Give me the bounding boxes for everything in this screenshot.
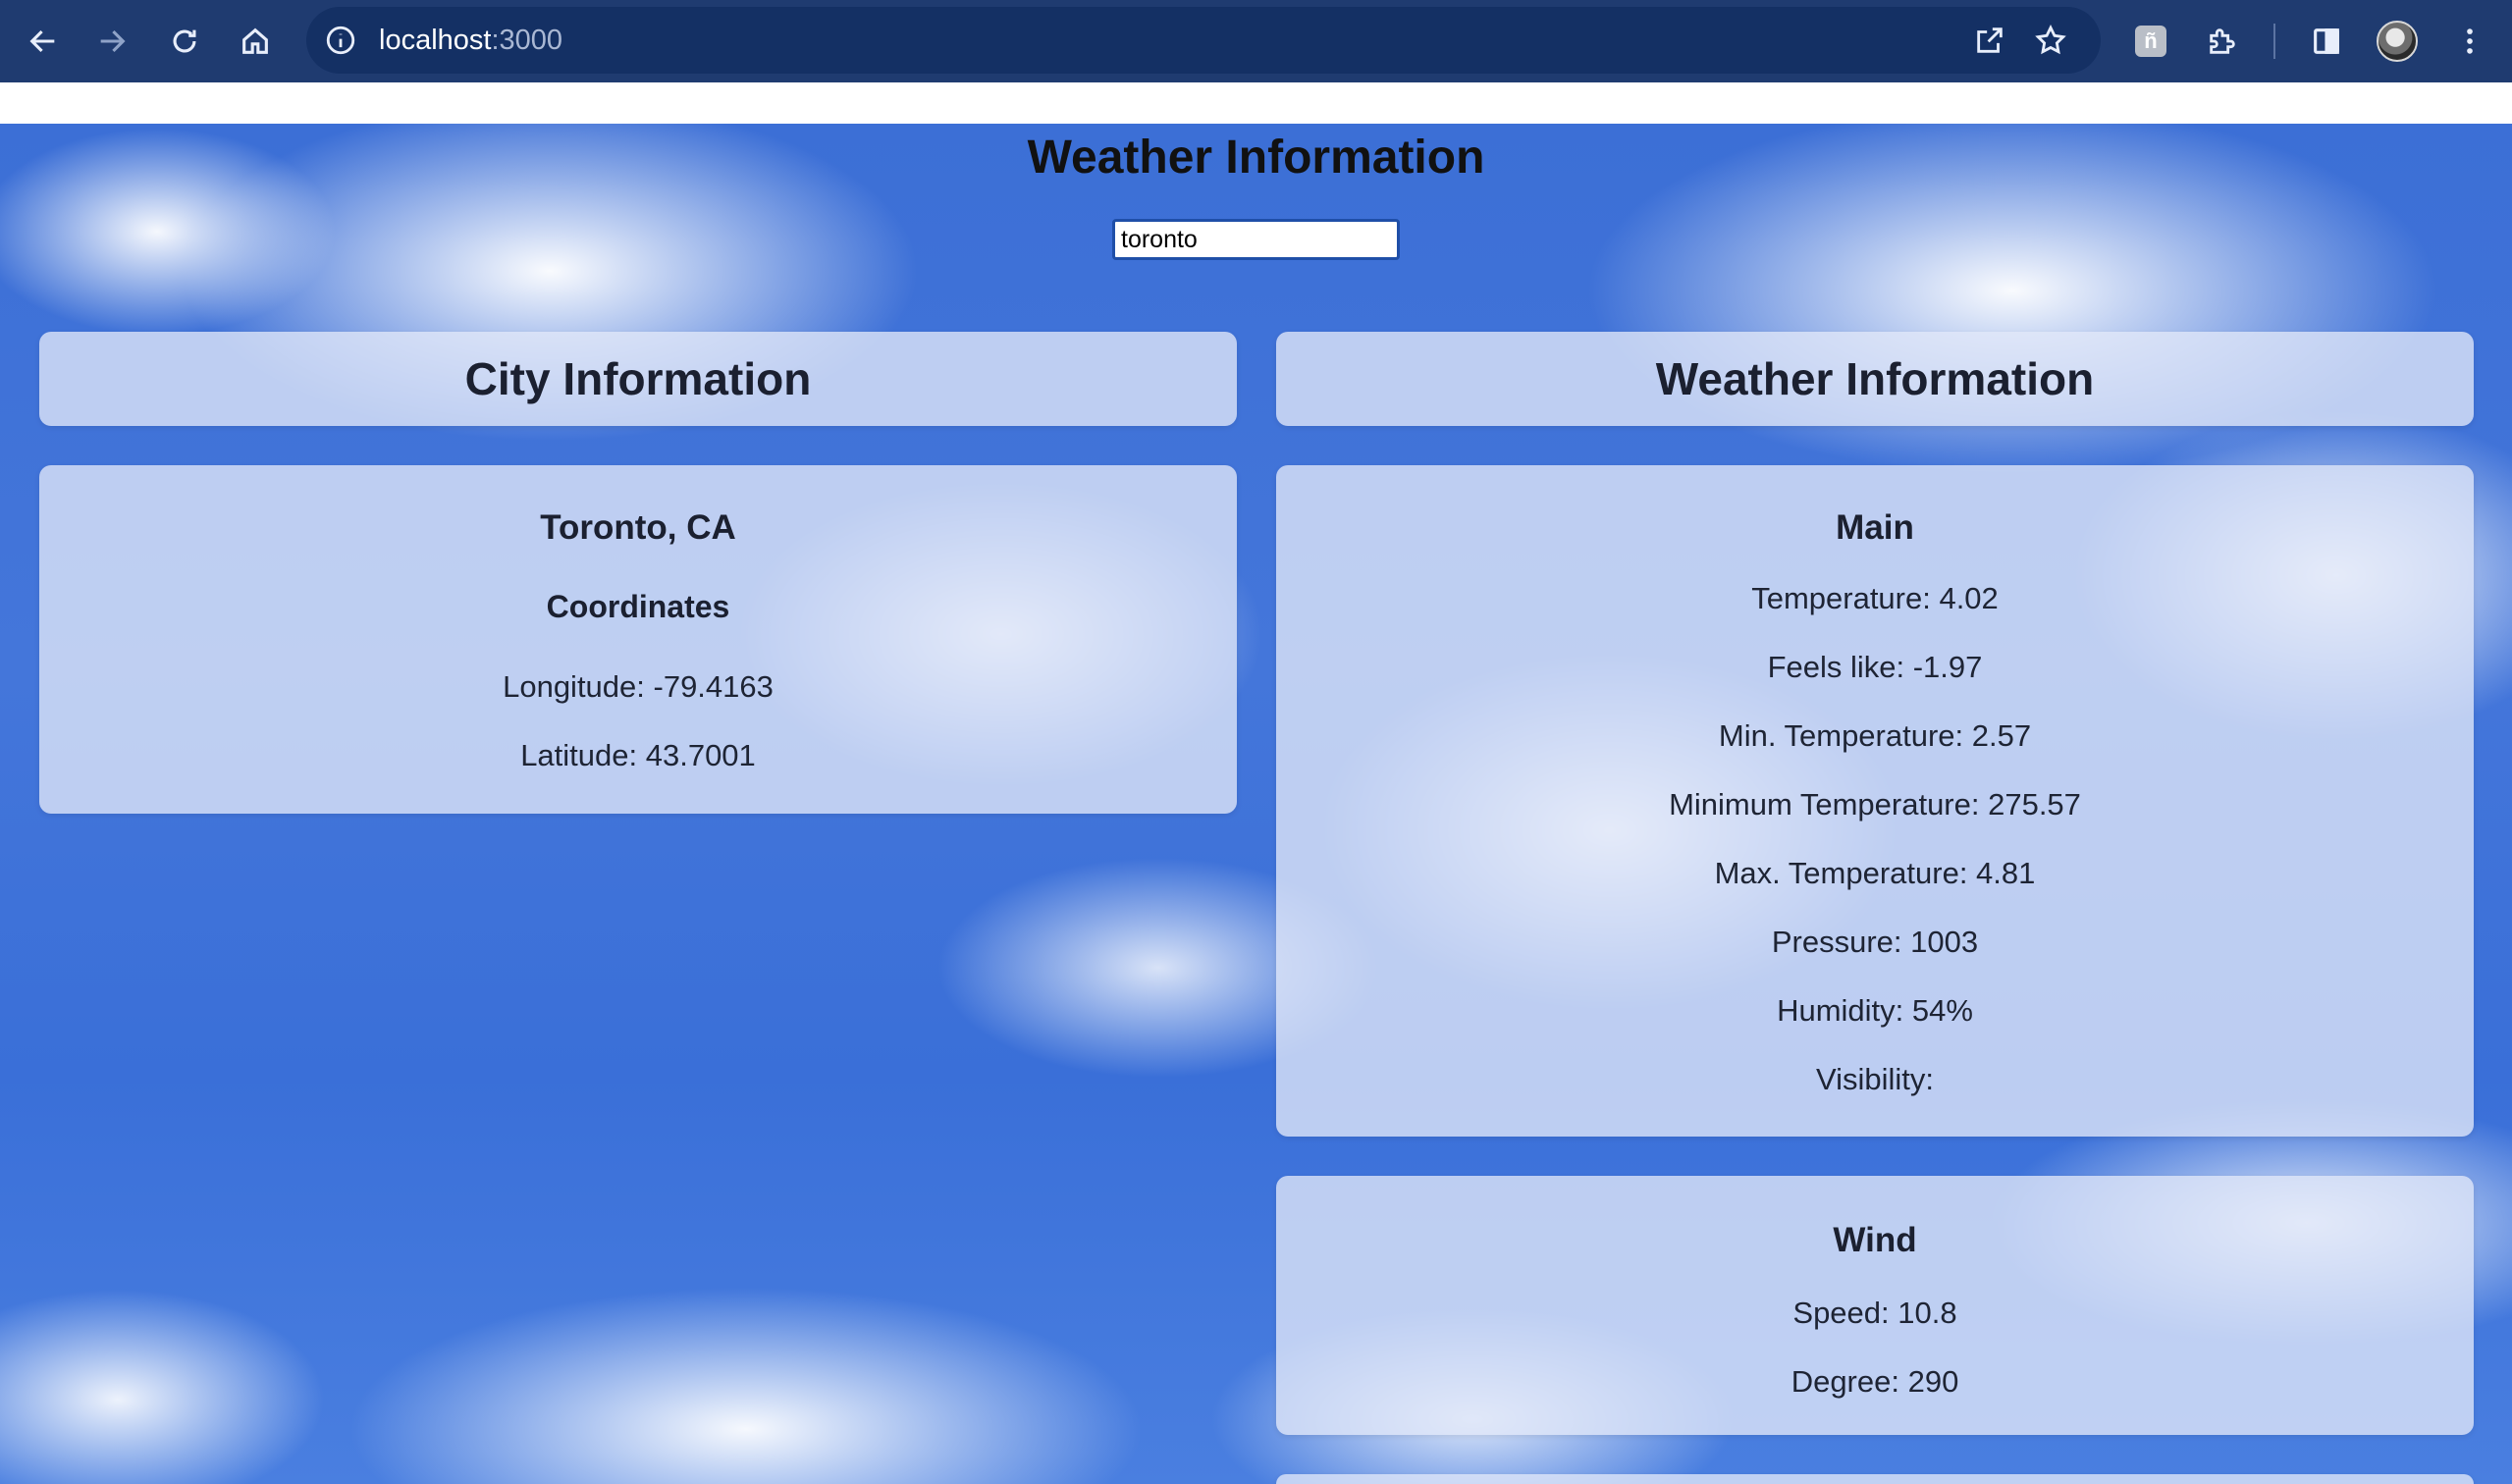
extension-button[interactable]: ñ: [2123, 14, 2178, 69]
page-viewport: Weather Information City Information Tor…: [0, 82, 2512, 1484]
page-title: Weather Information: [1027, 132, 1485, 184]
home-icon[interactable]: [228, 14, 283, 69]
weather-information-header: Weather Information: [1276, 332, 2474, 426]
main-card-title: Main: [1836, 508, 1914, 547]
max-temperature-value: Max. Temperature: 4.81: [1714, 856, 2036, 890]
avatar: [2377, 21, 2418, 62]
humidity-value: Humidity: 54%: [1777, 993, 1973, 1028]
url-text[interactable]: localhost:3000: [379, 7, 562, 74]
city-information-heading: City Information: [464, 353, 812, 404]
browser-toolbar: localhost:3000 ñ: [0, 0, 2512, 82]
side-panel-icon[interactable]: [2299, 14, 2354, 69]
extensions-puzzle-icon[interactable]: [2195, 14, 2250, 69]
minimum-temperature-value: Minimum Temperature: 275.57: [1669, 787, 2081, 822]
wind-card: Wind Speed: 10.8 Degree: 290: [1276, 1176, 2474, 1435]
toolbar-divider: [2273, 24, 2275, 59]
wind-speed-value: Speed: 10.8: [1792, 1296, 1957, 1330]
reload-icon[interactable]: [157, 14, 212, 69]
profile-avatar[interactable]: [2370, 14, 2425, 69]
back-icon[interactable]: [16, 14, 71, 69]
pressure-value: Pressure: 1003: [1771, 925, 1979, 959]
more-menu-icon[interactable]: [2442, 14, 2497, 69]
bookmark-star-icon[interactable]: [2034, 24, 2067, 57]
visibility-value: Visibility:: [1815, 1062, 1935, 1096]
coordinates-heading: Coordinates: [546, 589, 730, 624]
address-bar[interactable]: localhost:3000: [306, 7, 2101, 74]
url-host: localhost: [379, 25, 492, 56]
site-info-icon[interactable]: [324, 24, 357, 57]
weather-information-heading: Weather Information: [1655, 353, 2095, 404]
next-card-partial: [1276, 1474, 2474, 1484]
main-weather-card: Main Temperature: 4.02 Feels like: -1.97…: [1276, 465, 2474, 1137]
wind-card-title: Wind: [1833, 1221, 1917, 1259]
min-temperature-value: Min. Temperature: 2.57: [1718, 718, 2032, 753]
url-port: :3000: [491, 25, 563, 56]
forward-icon[interactable]: [84, 14, 139, 69]
latitude-value: Latitude: 43.7001: [520, 738, 756, 772]
city-name: Toronto, CA: [540, 508, 736, 547]
city-card: Toronto, CA Coordinates Longitude: -79.4…: [39, 465, 1237, 814]
city-search-input[interactable]: [1112, 219, 1400, 260]
temperature-value: Temperature: 4.02: [1751, 581, 1999, 615]
extension-icon: ñ: [2135, 26, 2166, 57]
open-in-new-icon[interactable]: [1973, 24, 2006, 57]
longitude-value: Longitude: -79.4163: [503, 669, 774, 704]
city-information-header: City Information: [39, 332, 1237, 426]
feels-like-value: Feels like: -1.97: [1767, 650, 1983, 684]
wind-degree-value: Degree: 290: [1790, 1364, 1959, 1399]
